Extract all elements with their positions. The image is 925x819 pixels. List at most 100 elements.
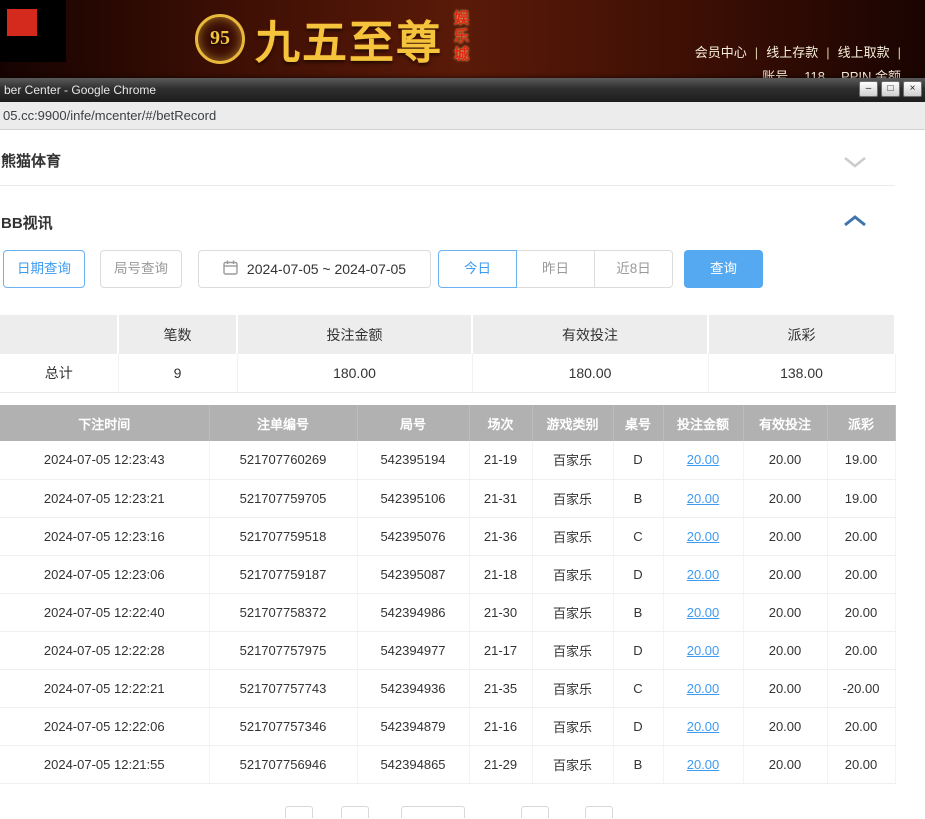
- bet-cell: -20.00: [827, 669, 895, 707]
- summary-value-cell: 180.00: [237, 354, 472, 392]
- bet-cell: 521707760269: [209, 441, 357, 479]
- bet-cell: 百家乐: [532, 441, 613, 479]
- last-8-days-button[interactable]: 近8日: [594, 250, 673, 288]
- summary-value-cell: 180.00: [472, 354, 708, 392]
- bet-amount-link[interactable]: 20.00: [687, 719, 720, 734]
- bet-amount-link[interactable]: 20.00: [687, 757, 720, 772]
- bet-cell: D: [613, 555, 663, 593]
- window-controls: – □ ×: [859, 81, 922, 97]
- bet-cell: 百家乐: [532, 593, 613, 631]
- bet-cell: 百家乐: [532, 555, 613, 593]
- table-row: 2024-07-05 12:22:40521707758372542394986…: [0, 593, 895, 631]
- bet-cell: 521707756946: [209, 745, 357, 783]
- bet-cell: 2024-07-05 12:22:28: [0, 631, 209, 669]
- pagination-size-select[interactable]: [401, 806, 465, 818]
- pagination-page-button[interactable]: [341, 806, 369, 818]
- quick-range-group: 今日 昨日 近8日: [438, 250, 673, 288]
- nav-separator: |: [755, 45, 758, 60]
- bet-cell: 20.00: [827, 555, 895, 593]
- date-query-tab[interactable]: 日期查询: [3, 250, 85, 288]
- bet-amount-link[interactable]: 20.00: [687, 491, 720, 506]
- date-range-value: 2024-07-05 ~ 2024-07-05: [247, 261, 406, 277]
- chevron-up-icon[interactable]: [843, 214, 867, 232]
- bet-cell: 542394936: [357, 669, 469, 707]
- bet-amount-link[interactable]: 20.00: [687, 567, 720, 582]
- bet-amount-link[interactable]: 20.00: [687, 605, 720, 620]
- pagination-jump-button[interactable]: [585, 806, 613, 818]
- summary-table: 笔数投注金额有效投注派彩 总计9180.00180.00138.00: [0, 315, 896, 393]
- table-row: 2024-07-05 12:23:43521707760269542395194…: [0, 441, 895, 479]
- table-row: 2024-07-05 12:22:21521707757743542394936…: [0, 669, 895, 707]
- summary-total-row: 总计9180.00180.00138.00: [0, 354, 895, 392]
- maximize-button[interactable]: □: [881, 81, 900, 97]
- bet-amount-link[interactable]: 20.00: [687, 452, 720, 467]
- search-button[interactable]: 查询: [684, 250, 763, 288]
- bet-cell: 21-18: [469, 555, 532, 593]
- bet-cell: 542395194: [357, 441, 469, 479]
- bet-cell: C: [613, 517, 663, 555]
- summary-value-cell: 138.00: [708, 354, 895, 392]
- browser-toolbar: 05.cc:9900/infe/mcenter/#/betRecord: [0, 102, 925, 130]
- bet-cell: 21-29: [469, 745, 532, 783]
- round-query-tab[interactable]: 局号查询: [100, 250, 182, 288]
- pagination-prev-button[interactable]: [285, 806, 313, 818]
- bet-header-cell: 场次: [469, 405, 532, 441]
- bet-cell: 542395106: [357, 479, 469, 517]
- table-row: 2024-07-05 12:23:06521707759187542395087…: [0, 555, 895, 593]
- bet-cell: 20.00: [663, 555, 743, 593]
- bet-cell: 20.00: [663, 631, 743, 669]
- corner-overlay: [0, 0, 66, 62]
- minimize-button[interactable]: –: [859, 81, 878, 97]
- bet-cell: 20.00: [743, 707, 827, 745]
- date-range-picker[interactable]: 2024-07-05 ~ 2024-07-05: [198, 250, 431, 288]
- bet-header-cell: 桌号: [613, 405, 663, 441]
- bet-cell: 百家乐: [532, 517, 613, 555]
- section-bb-video[interactable]: BB视讯: [0, 202, 895, 242]
- section-panda-sports[interactable]: 熊猫体育: [0, 142, 895, 186]
- bet-cell: 20.00: [743, 441, 827, 479]
- chevron-down-icon[interactable]: [843, 156, 867, 174]
- bet-cell: 20.00: [827, 745, 895, 783]
- bet-amount-link[interactable]: 20.00: [687, 643, 720, 658]
- table-row: 2024-07-05 12:21:55521707756946542394865…: [0, 745, 895, 783]
- today-button[interactable]: 今日: [438, 250, 517, 288]
- bet-cell: 2024-07-05 12:23:06: [0, 555, 209, 593]
- nav-link[interactable]: 线上存款: [766, 45, 818, 60]
- bet-cell: 542394977: [357, 631, 469, 669]
- bet-amount-link[interactable]: 20.00: [687, 681, 720, 696]
- bet-cell: 21-17: [469, 631, 532, 669]
- bet-cell: B: [613, 745, 663, 783]
- screen: 95 九五至尊 娱乐城 会员中心|线上存款|线上取款| 账号118PPIN 金额…: [0, 0, 925, 819]
- bet-cell: 20.00: [663, 745, 743, 783]
- bet-table-body: 2024-07-05 12:23:43521707760269542395194…: [0, 441, 895, 783]
- bet-cell: 20.00: [663, 441, 743, 479]
- summary-value-cell: 9: [118, 354, 237, 392]
- bet-cell: 百家乐: [532, 479, 613, 517]
- bet-cell: 20.00: [663, 593, 743, 631]
- bet-header-cell: 游戏类别: [532, 405, 613, 441]
- url-text[interactable]: 05.cc:9900/infe/mcenter/#/betRecord: [3, 108, 216, 123]
- nav-link[interactable]: 会员中心: [695, 45, 747, 60]
- nav-link[interactable]: 线上取款: [838, 45, 890, 60]
- bet-cell: 521707757743: [209, 669, 357, 707]
- bet-cell: D: [613, 441, 663, 479]
- nav-separator: |: [826, 45, 829, 60]
- bet-cell: 2024-07-05 12:23:16: [0, 517, 209, 555]
- logo-subtitle: 娱乐城: [450, 10, 471, 68]
- yesterday-button[interactable]: 昨日: [516, 250, 595, 288]
- close-button[interactable]: ×: [903, 81, 922, 97]
- bet-cell: 21-19: [469, 441, 532, 479]
- bet-cell: 20.00: [827, 517, 895, 555]
- bet-cell: C: [613, 669, 663, 707]
- table-row: 2024-07-05 12:22:06521707757346542394879…: [0, 707, 895, 745]
- bet-header-cell: 派彩: [827, 405, 895, 441]
- table-row: 2024-07-05 12:22:28521707757975542394977…: [0, 631, 895, 669]
- bet-cell: 2024-07-05 12:23:21: [0, 479, 209, 517]
- pagination-next-button[interactable]: [521, 806, 549, 818]
- bet-cell: 20.00: [743, 593, 827, 631]
- bet-cell: 2024-07-05 12:22:06: [0, 707, 209, 745]
- table-row: 2024-07-05 12:23:21521707759705542395106…: [0, 479, 895, 517]
- logo-title: 九五至尊: [255, 6, 443, 71]
- browser-titlebar[interactable]: ber Center - Google Chrome – □ ×: [0, 78, 925, 102]
- bet-amount-link[interactable]: 20.00: [687, 529, 720, 544]
